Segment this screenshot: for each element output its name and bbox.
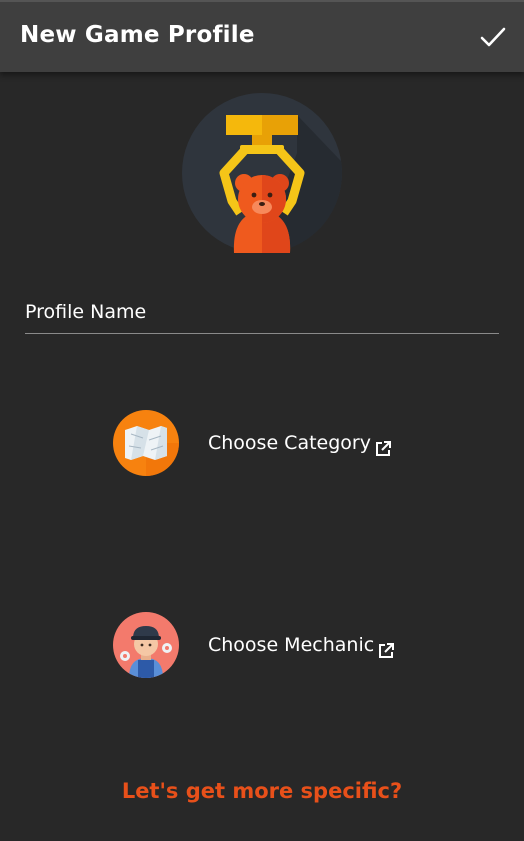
choose-mechanic-label: Choose Mechanic: [208, 634, 375, 656]
mechanic-icon: [113, 612, 179, 678]
map-icon: [113, 410, 179, 476]
choose-mechanic-button[interactable]: Choose Mechanic: [113, 612, 396, 678]
profile-avatar[interactable]: [182, 93, 342, 253]
check-icon: [480, 27, 506, 47]
more-specific-link[interactable]: Let's get more specific?: [0, 779, 524, 803]
app-bar: New Game Profile: [0, 0, 524, 72]
claw-machine-bear-icon: [182, 93, 342, 253]
choose-category-label: Choose Category: [208, 432, 371, 454]
external-link-icon: [379, 643, 395, 658]
confirm-button[interactable]: [476, 20, 510, 54]
profile-name-field[interactable]: [25, 296, 499, 334]
choose-category-button[interactable]: Choose Category: [113, 410, 393, 476]
profile-name-input[interactable]: [25, 296, 499, 328]
page-title: New Game Profile: [20, 22, 255, 48]
external-link-icon: [375, 441, 391, 456]
